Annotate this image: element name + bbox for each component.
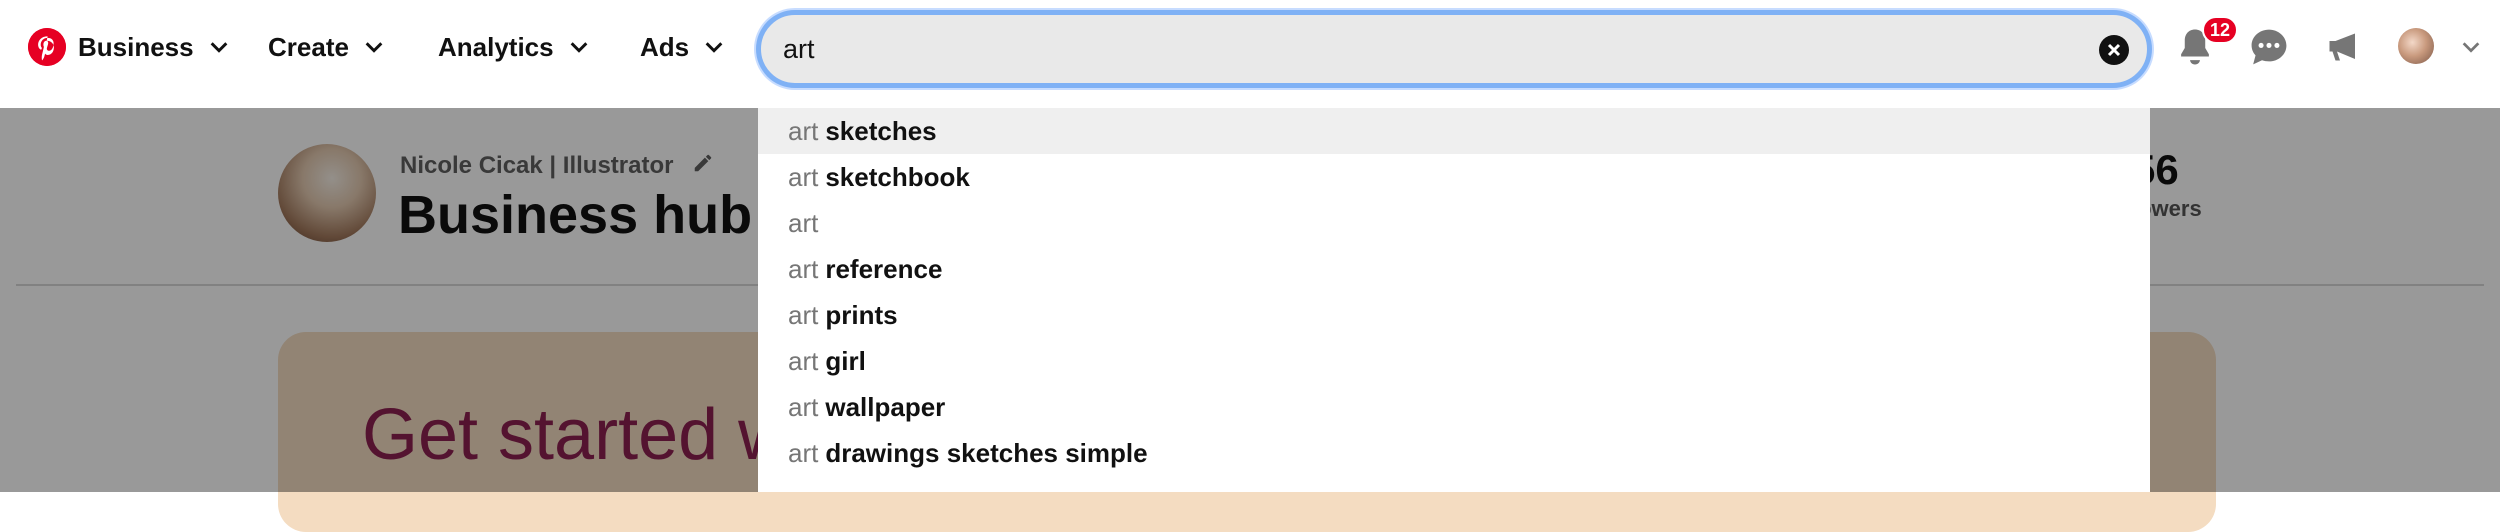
nav-ads[interactable]: Ads (640, 26, 725, 68)
search-input[interactable] (783, 33, 2033, 65)
suggestion-item[interactable]: art (758, 200, 2150, 246)
suggestion-prefix: art (788, 115, 819, 146)
suggestion-prefix: art (788, 437, 819, 468)
megaphone-icon (2329, 33, 2355, 61)
chevron-down-icon (705, 42, 723, 53)
chevron-down-icon (210, 42, 227, 53)
suggestion-completion: wallpaper (825, 391, 946, 422)
nav-analytics[interactable]: Analytics (438, 26, 590, 68)
chat-bubble-icon (2251, 29, 2287, 65)
top-header: Business Create Analytics Ads 12 (0, 0, 2500, 108)
updates-button[interactable] (2322, 26, 2364, 68)
suggestion-prefix: art (788, 161, 819, 192)
search-bar[interactable] (756, 10, 2152, 88)
account-avatar[interactable] (2398, 28, 2434, 64)
messages-button[interactable] (2248, 26, 2290, 68)
suggestion-item[interactable]: art sketchbook (758, 154, 2150, 200)
suggestion-prefix: art (788, 207, 819, 238)
suggestion-prefix: art (788, 391, 819, 422)
suggestion-item[interactable]: art prints (758, 292, 2150, 338)
clear-search-button[interactable] (2099, 35, 2129, 65)
chevron-down-icon (570, 42, 587, 53)
suggestion-item[interactable]: art sketches (758, 108, 2150, 154)
notifications-badge: 12 (2202, 16, 2239, 44)
close-icon (2107, 43, 2121, 57)
suggestion-prefix: art (788, 345, 819, 376)
nav-business-label: Business (78, 31, 194, 62)
chevron-down-icon (365, 42, 383, 53)
suggestion-item[interactable]: art girl (758, 338, 2150, 384)
suggestion-completion: sketchbook (825, 161, 970, 192)
suggestion-completion: sketches (825, 115, 937, 146)
search-suggestions: art sketches art sketchbook art art referen… (758, 108, 2150, 492)
suggestion-completion: prints (825, 299, 898, 330)
suggestion-completion: reference (825, 253, 943, 284)
pinterest-logo-icon[interactable] (28, 28, 66, 66)
nav-create[interactable]: Create (268, 26, 385, 68)
nav-analytics-label: Analytics (438, 31, 554, 62)
suggestion-item[interactable]: art reference (758, 246, 2150, 292)
nav-business[interactable]: Business (78, 26, 230, 68)
suggestion-completion: girl (825, 345, 866, 376)
chevron-down-icon[interactable] (2460, 36, 2482, 58)
suggestion-prefix: art (788, 299, 819, 330)
nav-create-label: Create (268, 31, 349, 62)
nav-ads-label: Ads (640, 31, 690, 62)
suggestion-item[interactable]: art wallpaper (758, 384, 2150, 430)
suggestion-completion: drawings sketches simple (825, 437, 1148, 468)
suggestion-prefix: art (788, 253, 819, 284)
suggestion-item[interactable]: art drawings sketches simple (758, 430, 2150, 476)
